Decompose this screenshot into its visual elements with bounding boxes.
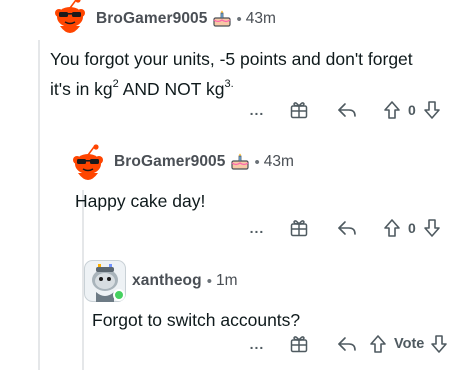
comment-header: BroGamer9005 • 43m: [114, 153, 294, 171]
comment-actions: ... 0: [245, 100, 441, 120]
upvote-icon[interactable]: [383, 218, 401, 238]
downvote-icon[interactable]: [423, 100, 441, 120]
vote-label: Vote: [394, 336, 425, 352]
upvote-icon[interactable]: [369, 334, 387, 354]
award-icon[interactable]: [289, 100, 309, 120]
username[interactable]: xantheog: [132, 272, 202, 290]
cake-day-icon: [230, 153, 250, 171]
avatar[interactable]: [68, 143, 108, 183]
reply-icon[interactable]: [337, 335, 357, 353]
downvote-icon[interactable]: [430, 334, 448, 354]
comment-header: xantheog • 1m: [132, 272, 238, 290]
comment-body: Happy cake day!: [75, 191, 206, 211]
timestamp[interactable]: 1m: [216, 272, 238, 290]
snoo-sunglasses-avatar-icon: [55, 0, 85, 33]
comment-body: You forgot your units, -5 points and don…: [50, 47, 413, 102]
thread-line-level-1[interactable]: [38, 40, 40, 370]
superscript: 3.: [224, 78, 234, 90]
comment-actions: ... Vote: [245, 334, 448, 354]
online-indicator: [113, 289, 125, 301]
custom-snoo-avatar-icon: [84, 260, 126, 302]
vote-count: 0: [408, 220, 416, 236]
cake-day-icon: [212, 10, 232, 28]
reply-icon[interactable]: [337, 219, 357, 237]
comment-header: BroGamer9005 • 43m: [96, 10, 276, 28]
comment-body-line-2: it's in kg2 AND NOT kg3.: [50, 72, 413, 102]
comment-body-line-1: You forgot your units, -5 points and don…: [50, 49, 413, 69]
username[interactable]: BroGamer9005: [114, 153, 226, 171]
comment-body: Forgot to switch accounts?: [92, 310, 301, 330]
avatar[interactable]: [84, 260, 126, 302]
reply-icon[interactable]: [337, 101, 357, 119]
timestamp[interactable]: 43m: [246, 10, 276, 28]
text-segment: it's in kg: [50, 79, 113, 99]
text-segment: AND NOT kg: [118, 79, 225, 99]
separator-dot: •: [206, 272, 212, 290]
separator-dot: •: [236, 10, 242, 28]
comment-actions: ... 0: [245, 218, 441, 238]
snoo-sunglasses-avatar-icon: [73, 144, 103, 180]
username[interactable]: BroGamer9005: [96, 10, 208, 28]
more-options-icon[interactable]: ...: [245, 336, 269, 352]
vote-count: 0: [408, 102, 416, 118]
downvote-icon[interactable]: [423, 218, 441, 238]
separator-dot: •: [254, 153, 260, 171]
award-icon[interactable]: [289, 334, 309, 354]
avatar[interactable]: [50, 0, 90, 36]
award-icon[interactable]: [289, 218, 309, 238]
more-options-icon[interactable]: ...: [245, 220, 269, 236]
upvote-icon[interactable]: [383, 100, 401, 120]
more-options-icon[interactable]: ...: [245, 102, 269, 118]
timestamp[interactable]: 43m: [264, 153, 294, 171]
